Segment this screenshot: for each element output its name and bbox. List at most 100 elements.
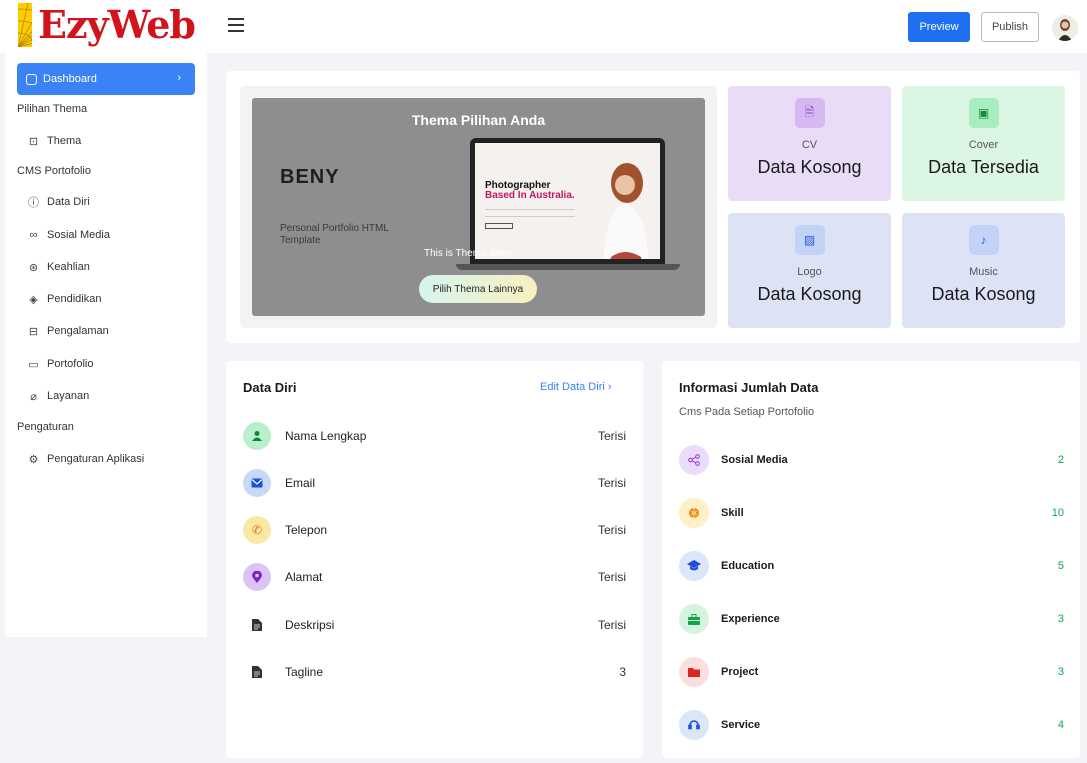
document-icon	[243, 658, 271, 686]
edit-data-diri-link[interactable]: Edit Data Diri ›	[540, 381, 612, 393]
gear-icon: ⚙	[28, 453, 39, 466]
sidebar-item-label: Portofolio	[47, 358, 94, 370]
theme-preview-image: Thema Pilihan Anda BENY Personal Portfol…	[252, 98, 705, 316]
card-subtitle: Cms Pada Setiap Portofolio	[679, 406, 815, 418]
portrait-image	[603, 163, 649, 259]
stat-label: Logo	[797, 266, 822, 278]
user-icon	[243, 422, 271, 450]
data-diri-row: Deskripsi Terisi	[243, 610, 626, 640]
stat-value: Data Kosong	[757, 157, 862, 177]
info-row[interactable]: Sosial Media 2	[679, 445, 1064, 475]
cv-document-icon: 🗎	[794, 98, 825, 128]
document-icon	[243, 611, 271, 639]
info-row[interactable]: Project 3	[679, 657, 1064, 687]
stat-card-music[interactable]: ♪ Music Data Kosong	[902, 213, 1065, 328]
top-header: EzyWeb Preview Publish	[0, 0, 1087, 53]
star-icon: ⊛	[28, 261, 39, 274]
sidebar-item-thema[interactable]: ⊡ Thema	[27, 133, 81, 149]
headset-icon	[679, 710, 709, 740]
sidebar-item-keahlian[interactable]: ⊛ Keahlian	[27, 259, 90, 275]
sidebar-item-sosial-media[interactable]: ∞ Sosial Media	[27, 227, 110, 243]
palette-icon: ⊡	[28, 135, 39, 148]
stat-card-cv[interactable]: 🗎 CV Data Kosong	[728, 86, 891, 201]
link-icon: ∞	[29, 229, 38, 241]
row-status: Terisi	[597, 523, 626, 537]
row-label: Telepon	[285, 523, 328, 537]
share-icon	[679, 445, 709, 475]
briefcase-icon: ⊟	[28, 325, 39, 338]
row-label: Tagline	[285, 665, 324, 679]
location-icon	[243, 563, 271, 591]
stat-label: Music	[969, 266, 998, 278]
row-count: 4	[1057, 719, 1064, 731]
mail-icon	[243, 469, 271, 497]
graduation-icon	[679, 551, 709, 581]
stat-label: Cover	[968, 139, 999, 151]
data-diri-row: ✆ Telepon Terisi	[243, 515, 626, 545]
sidebar-item-label: Dashboard	[43, 73, 97, 85]
row-label: Project	[721, 666, 759, 678]
sidebar-section-title: Pengaturan	[17, 421, 74, 433]
phone-icon: ✆	[243, 516, 271, 544]
sidebar-item-data-diri[interactable]: ⓘ Data Diri	[27, 194, 90, 210]
sidebar-section-title: CMS Portofolio	[17, 165, 91, 177]
info-row[interactable]: Education 5	[679, 551, 1064, 581]
image-icon: ▣	[968, 98, 999, 128]
folder-icon	[679, 657, 709, 687]
row-label: Deskripsi	[285, 618, 335, 632]
stat-card-cover[interactable]: ▣ Cover Data Tersedia	[902, 86, 1065, 201]
stat-value: Data Kosong	[931, 284, 1036, 304]
row-count: 2	[1057, 454, 1064, 466]
sidebar-item-label: Pengalaman	[47, 325, 109, 337]
sidebar-item-portofolio[interactable]: ▭ Portofolio	[27, 356, 93, 372]
row-count: 5	[1057, 560, 1064, 572]
sidebar-item-pendidikan[interactable]: ◈ Pendidikan	[27, 291, 101, 307]
data-diri-row: Nama Lengkap Terisi	[243, 421, 626, 451]
card-title: Informasi Jumlah Data	[679, 380, 819, 395]
sidebar-item-label: Thema	[47, 135, 82, 147]
music-note-icon: ♪	[968, 225, 999, 255]
theme-panel-title: Thema Pilihan Anda	[411, 112, 546, 128]
brain-icon	[679, 498, 709, 528]
sidebar-item-pengalaman[interactable]: ⊟ Pengalaman	[27, 323, 109, 339]
publish-button[interactable]: Publish	[981, 12, 1039, 42]
brand-logo[interactable]: EzyWeb	[18, 2, 196, 48]
chevron-right-icon: ›	[607, 381, 612, 393]
info-row[interactable]: Experience 3	[679, 604, 1064, 634]
theme-caption: This is Thema Beny	[424, 248, 513, 259]
image-icon: ▨	[794, 225, 825, 255]
row-count: 3	[1057, 666, 1064, 678]
sidebar-item-label: Layanan	[47, 390, 90, 402]
menu-toggle-icon[interactable]	[228, 18, 244, 32]
data-diri-row: Alamat Terisi	[243, 562, 626, 592]
row-label: Email	[285, 476, 316, 490]
user-avatar[interactable]	[1052, 15, 1078, 41]
row-status: Terisi	[597, 618, 626, 632]
choose-other-theme-button[interactable]: Pilih Thema Lainnya	[419, 275, 537, 303]
row-status: Terisi	[597, 476, 626, 490]
row-label: Service	[721, 719, 761, 731]
sidebar-item-label: Sosial Media	[47, 229, 110, 241]
stat-value: Data Tersedia	[928, 157, 1039, 177]
overview-card: Thema Pilihan Anda BENY Personal Portfol…	[226, 71, 1080, 343]
briefcase-icon	[679, 604, 709, 634]
sidebar-item-pengaturan-aplikasi[interactable]: ⚙ Pengaturan Aplikasi	[27, 451, 145, 467]
card-title: Data Diri	[243, 380, 297, 395]
info-row[interactable]: Service 4	[679, 710, 1064, 740]
row-label: Skill	[721, 507, 744, 519]
stat-card-logo[interactable]: ▨ Logo Data Kosong	[728, 213, 891, 328]
sidebar: Dashboard › Pilihan Thema ⊡ Thema CMS Po…	[5, 53, 207, 637]
dashboard-icon	[26, 73, 37, 85]
row-status: Terisi	[597, 429, 626, 443]
sidebar-item-dashboard[interactable]: Dashboard ›	[17, 63, 195, 95]
data-diri-row: Email Terisi	[243, 468, 626, 498]
info-row[interactable]: Skill 10	[679, 498, 1064, 528]
folder-icon: ▭	[28, 358, 39, 371]
row-label: Alamat	[285, 570, 323, 584]
row-count: 10	[1051, 507, 1064, 519]
info-icon: ⓘ	[28, 197, 39, 209]
sidebar-item-layanan[interactable]: ⌀ Layanan	[27, 388, 89, 404]
preview-button[interactable]: Preview	[908, 12, 970, 42]
row-status: Terisi	[597, 570, 626, 584]
stat-label: CV	[801, 139, 818, 151]
